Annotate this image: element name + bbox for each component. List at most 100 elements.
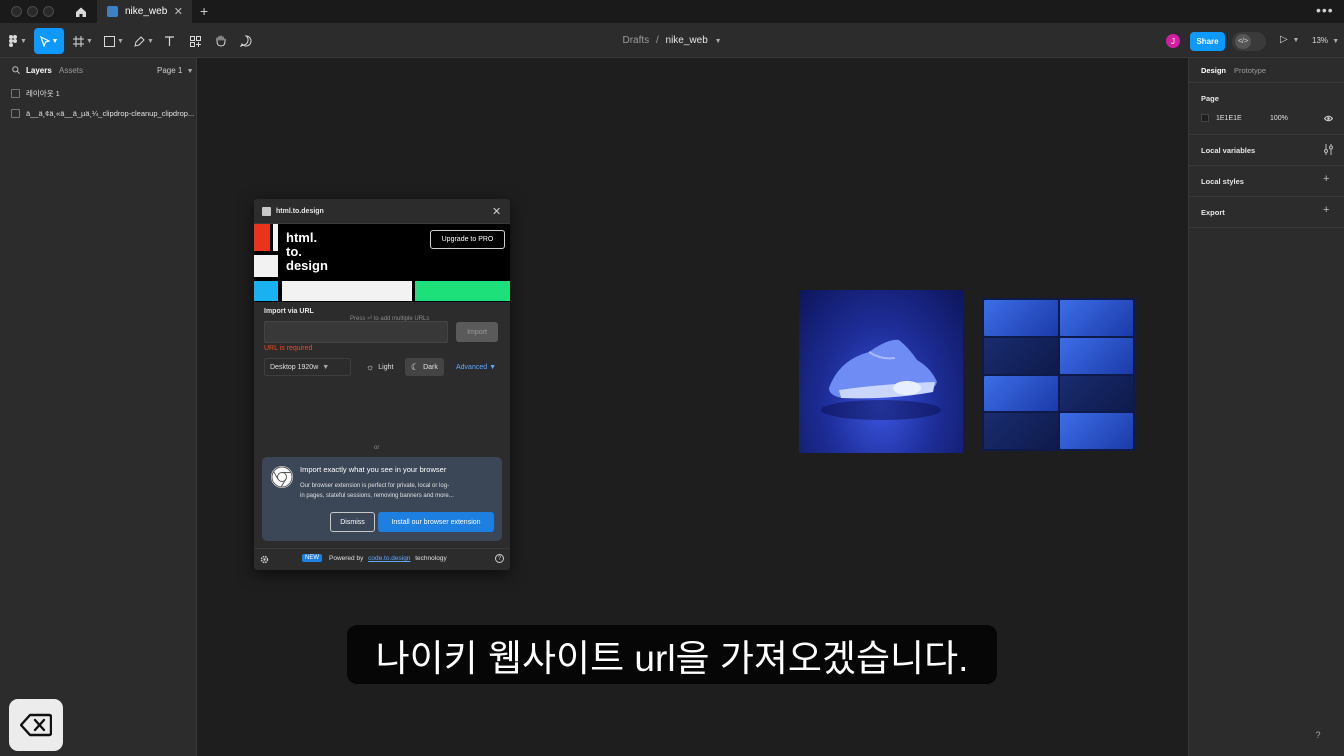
sneaker-illustration: [821, 339, 941, 420]
plugin-footer: NEW Powered by code.to.design technology…: [254, 548, 510, 570]
avatar[interactable]: J: [1166, 34, 1180, 48]
close-tab-icon[interactable]: ✕: [174, 5, 183, 18]
collage-tile: [1059, 413, 1133, 449]
or-divider: or: [374, 445, 380, 451]
url-error-message: URL is required: [264, 345, 313, 352]
extension-card-body-line: Our browser extension is perfect for pri…: [300, 483, 450, 489]
page-color-swatch[interactable]: [1201, 114, 1209, 122]
logo-block-green: [415, 281, 510, 301]
tab-bar: nike_web ✕ + •••: [0, 0, 1344, 23]
eye-icon[interactable]: [1324, 115, 1333, 122]
help-icon[interactable]: ?: [495, 554, 504, 563]
tab-layers[interactable]: Layers: [26, 66, 52, 75]
page-section-heading: Page: [1201, 94, 1219, 103]
present-button[interactable]: ▷ ▼: [1280, 34, 1299, 45]
new-tab-button[interactable]: +: [200, 3, 208, 19]
file-tab-label: nike_web: [125, 6, 168, 17]
breadcrumb-project[interactable]: Drafts: [623, 35, 650, 46]
logo-block-blue: [254, 281, 278, 301]
upgrade-to-pro-button[interactable]: Upgrade to PRO: [430, 230, 505, 249]
divider: [1189, 165, 1344, 166]
tab-prototype[interactable]: Prototype: [1234, 66, 1266, 75]
file-tab-nike-web[interactable]: nike_web ✕: [97, 0, 192, 23]
logo-block-red: [254, 224, 270, 251]
reference-collage-image[interactable]: [982, 298, 1135, 451]
browser-extension-card: Import exactly what you see in your brow…: [262, 457, 502, 541]
backspace-icon: [20, 713, 52, 737]
import-button[interactable]: Import: [456, 322, 498, 342]
zoom-menu[interactable]: 13% ▼: [1312, 36, 1339, 45]
chevron-down-icon: ▼: [186, 68, 194, 75]
share-button[interactable]: Share: [1190, 32, 1225, 51]
chevron-down-icon: ▼: [489, 363, 497, 371]
divider: [1189, 82, 1344, 83]
zoom-level: 13%: [1312, 36, 1329, 45]
tab-assets[interactable]: Assets: [59, 66, 83, 75]
sneaker-image[interactable]: [799, 290, 963, 453]
variables-icon[interactable]: [1324, 144, 1333, 155]
collage-tile: [1059, 375, 1133, 412]
code-icon: </>: [1235, 34, 1251, 49]
divider: [1189, 134, 1344, 135]
moon-icon: ☾: [411, 361, 420, 372]
figma-file-icon: [107, 6, 118, 17]
dismiss-button[interactable]: Dismiss: [330, 512, 375, 532]
page-selector-label: Page 1: [157, 66, 183, 75]
collage-tile: [984, 413, 1058, 449]
plugin-title: html.to.design: [276, 208, 324, 215]
add-style-icon[interactable]: +: [1323, 173, 1329, 185]
backspace-key-overlay[interactable]: [9, 699, 63, 751]
plugin-logo-text: html. to. design: [286, 231, 328, 273]
chevron-down-icon[interactable]: ▼: [715, 38, 722, 45]
breadcrumb-separator: /: [655, 35, 659, 46]
dev-mode-toggle[interactable]: </>: [1232, 32, 1266, 51]
light-theme-button[interactable]: ☼ Light: [360, 358, 399, 376]
export-heading: Export: [1201, 208, 1225, 217]
layer-image-icon: [11, 109, 20, 118]
code-to-design-link[interactable]: code.to.design: [368, 555, 410, 562]
viewport-select-value: Desktop 1920w: [270, 363, 319, 371]
viewport-select[interactable]: Desktop 1920w ▼: [264, 358, 351, 376]
logo-block-white: [273, 224, 278, 251]
advanced-options-toggle[interactable]: Advanced ▼: [450, 358, 502, 376]
help-button[interactable]: ?: [1310, 727, 1326, 743]
add-export-icon[interactable]: +: [1323, 204, 1329, 216]
page-selector[interactable]: Page 1 ▼: [157, 66, 194, 75]
chevron-down-icon: ▼: [322, 363, 330, 371]
layer-image-icon: [11, 89, 20, 98]
layer-row[interactable]: ä__ä¸¢ä¸«ä__ä_µä¸¼_clipdrop-cleanup_clip…: [11, 109, 194, 118]
tab-design[interactable]: Design: [1201, 66, 1226, 75]
collage-tile: [984, 337, 1058, 374]
window-close-button[interactable]: [11, 6, 22, 17]
chevron-down-icon: ▼: [1332, 38, 1340, 45]
dark-theme-label: Dark: [423, 363, 438, 371]
breadcrumb: Drafts / nike_web ▼: [0, 35, 1344, 46]
page-color-hex[interactable]: 1E1E1E: [1216, 115, 1242, 122]
dark-theme-button[interactable]: ☾ Dark: [405, 358, 444, 376]
advanced-label: Advanced: [456, 363, 488, 371]
powered-by-text: Powered by code.to.design technology: [329, 555, 447, 562]
window-minimize-button[interactable]: [27, 6, 38, 17]
import-via-url-heading: Import via URL: [264, 308, 314, 315]
settings-gear-icon[interactable]: [260, 555, 269, 564]
layer-row[interactable]: 레이아웃 1: [11, 88, 60, 99]
logo-line: to.: [286, 244, 302, 259]
local-styles-heading: Local styles: [1201, 177, 1244, 186]
breadcrumb-file-name[interactable]: nike_web: [666, 35, 708, 46]
search-icon[interactable]: [12, 66, 20, 74]
collage-tile: [984, 300, 1058, 336]
local-variables-heading: Local variables: [1201, 146, 1256, 155]
home-icon: [76, 7, 86, 17]
more-options-button[interactable]: •••: [1316, 2, 1334, 18]
close-icon[interactable]: ✕: [492, 205, 501, 218]
window-maximize-button[interactable]: [43, 6, 54, 17]
html-to-design-plugin: html.to.design ✕ html. to. design Upgrad…: [254, 199, 510, 570]
powered-by-label: Powered by: [329, 555, 364, 562]
page-opacity[interactable]: 100%: [1270, 115, 1288, 122]
chrome-icon: [271, 466, 293, 488]
install-extension-button[interactable]: Install our browser extension: [378, 512, 494, 532]
left-panel: Layers Assets Page 1 ▼ 레이아웃 1 ä__ä¸¢ä¸«ä…: [0, 58, 197, 756]
collage-tile: [1059, 337, 1133, 374]
home-button[interactable]: [70, 0, 92, 23]
url-input[interactable]: [264, 321, 448, 343]
